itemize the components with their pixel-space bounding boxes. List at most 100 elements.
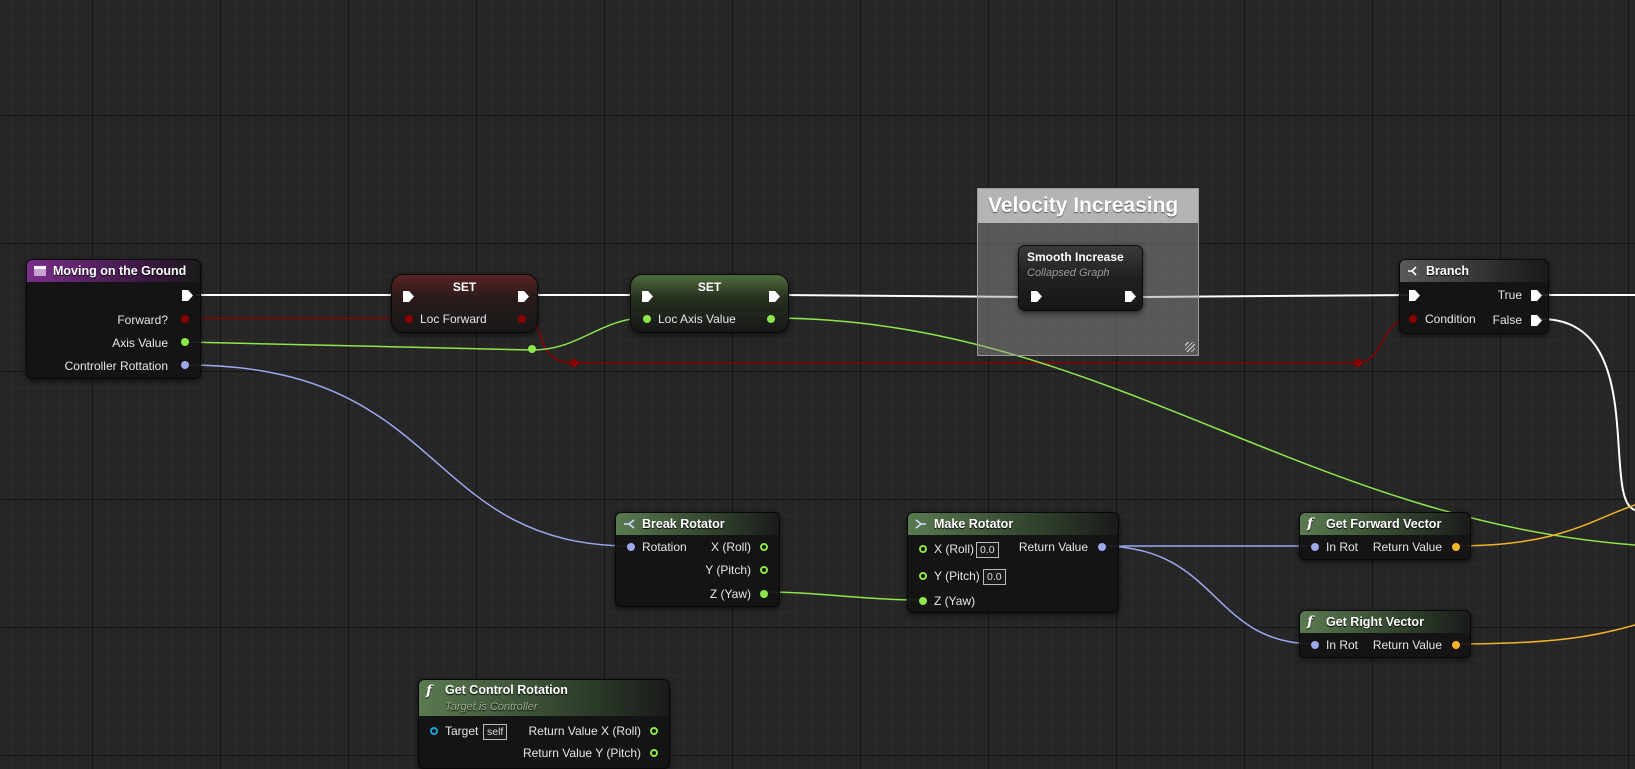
node-make-rotator[interactable]: Make Rotator X (Roll) 0.0 Return Value Y… [907,512,1119,613]
pin-label-rotation: Rotation [642,540,687,554]
node-subtitle: Target is Controller [445,701,538,713]
node-title: Get Right Vector [1326,615,1424,629]
vector-out-pin[interactable] [1452,543,1460,551]
exec-out-pin[interactable] [182,290,193,301]
pin-label-controller-rotation: Controller Rottation [64,359,168,373]
bool-in-pin[interactable] [1409,315,1417,323]
node-smooth-increase[interactable]: Smooth Increase Collapsed Graph [1018,245,1143,311]
target-self-input[interactable]: self [483,724,508,740]
exec-wire-false [1540,318,1635,511]
pin-label-true: True [1497,288,1522,302]
rotator-in-pin[interactable] [1311,641,1319,649]
node-header: f Get Control Rotation Target is Control… [419,680,669,716]
node-title: Smooth Increase [1027,250,1124,264]
pin-label-return-y-pitch: Return Value Y (Pitch) [522,746,641,760]
pin-label-z-yaw: Z (Yaw) [709,587,751,601]
pin-label-return-x-roll: Return Value X (Roll) [528,724,642,738]
rotator-wire [185,364,631,547]
float-in-pin[interactable] [919,572,927,580]
float-out-pin[interactable] [650,749,658,757]
pin-label-condition: Condition [1425,312,1476,326]
node-header: Moving on the Ground [27,260,200,282]
bool-out-pin[interactable] [518,315,526,323]
pin-label-false: False [1492,313,1522,327]
rotator-in-pin[interactable] [1311,543,1319,551]
reroute-knot[interactable] [1354,359,1362,367]
pin-label-axis-value: Axis Value [112,336,168,350]
function-icon: f [1307,516,1314,532]
pin-label-return-value: Return Value [1018,540,1088,554]
float-out-pin[interactable] [760,566,768,574]
float-wire [763,591,925,601]
y-pitch-value-input[interactable]: 0.0 [983,569,1006,585]
vector-wire [1455,624,1635,645]
float-out-pin[interactable] [650,727,658,735]
float-out-pin[interactable] [760,590,768,598]
exec-in-pin[interactable] [1409,290,1420,301]
node-title: Get Forward Vector [1326,517,1442,531]
rotator-out-pin[interactable] [181,361,189,369]
pin-label-y-pitch: Y (Pitch) [705,563,751,577]
branch-icon [1408,266,1417,276]
pin-label-loc-forward: Loc Forward [420,312,487,326]
pin-label-target: Target [445,724,479,738]
blueprint-graph-canvas[interactable]: Velocity Increasing Moving on the Ground… [0,0,1635,769]
node-set-loc-forward[interactable]: SET Loc Forward [391,274,538,333]
reroute-knot[interactable] [528,345,536,353]
pin-label-return-value: Return Value [1372,638,1442,652]
function-icon: f [1307,614,1314,630]
node-header: f Get Forward Vector [1300,513,1470,535]
node-title: Make Rotator [934,517,1014,531]
node-get-right-vector[interactable]: f Get Right Vector In Rot Return Value [1299,610,1471,658]
pin-label-x-roll: X (Roll) [710,540,751,554]
exec-true-pin[interactable] [1531,290,1542,301]
event-icon [34,266,46,276]
reroute-knot[interactable] [570,359,578,367]
make-struct-icon [915,519,926,529]
pin-label-x-roll: X (Roll) [934,542,975,556]
rotator-out-pin[interactable] [1098,543,1106,551]
float-out-pin[interactable] [181,338,189,346]
node-header: Branch [1400,260,1548,282]
break-struct-icon [624,519,635,529]
comment-title[interactable]: Velocity Increasing [978,189,1198,223]
pin-label-z-yaw: Z (Yaw) [934,594,976,608]
node-header: Make Rotator [908,513,1118,535]
node-get-control-rotation[interactable]: f Get Control Rotation Target is Control… [418,679,670,769]
function-icon: f [426,683,433,699]
pin-label-forward: Forward? [117,313,168,327]
node-moving-on-the-ground[interactable]: Moving on the Ground Forward? Axis Value… [26,259,201,379]
node-title: Branch [1426,264,1470,278]
float-out-pin[interactable] [767,315,775,323]
vector-wire [1455,504,1635,547]
bool-out-pin[interactable] [181,315,189,323]
node-header: f Get Right Vector [1300,611,1470,633]
float-in-pin[interactable] [919,545,927,553]
exec-in-pin[interactable] [1031,291,1042,302]
object-in-pin[interactable] [430,727,438,735]
vector-out-pin[interactable] [1452,641,1460,649]
bool-in-pin[interactable] [405,315,413,323]
node-title: Moving on the Ground [53,264,187,278]
float-in-pin[interactable] [919,597,927,605]
node-header: Break Rotator [616,513,779,535]
x-roll-value-input[interactable]: 0.0 [976,542,999,558]
exec-false-pin[interactable] [1531,315,1542,326]
pin-label-y-pitch: Y (Pitch) [934,569,980,583]
node-branch[interactable]: Branch True Condition False [1399,259,1549,334]
pin-label-in-rot: In Rot [1326,540,1359,554]
float-out-pin[interactable] [760,543,768,551]
rotator-wire [1100,545,1316,645]
node-title: Get Control Rotation [445,683,568,697]
resize-grip-icon[interactable] [1185,342,1195,352]
node-get-forward-vector[interactable]: f Get Forward Vector In Rot Return Value [1299,512,1471,560]
float-in-pin[interactable] [643,315,651,323]
node-set-loc-axis-value[interactable]: SET Loc Axis Value [630,274,789,333]
node-title: SET [697,280,722,294]
node-break-rotator[interactable]: Break Rotator Rotation X (Roll) Y (Pitch… [615,512,780,607]
node-subtitle: Collapsed Graph [1027,267,1110,279]
rotator-in-pin[interactable] [627,543,635,551]
node-title: SET [452,280,477,294]
pin-label-return-value: Return Value [1372,540,1442,554]
exec-out-pin[interactable] [1125,291,1136,302]
